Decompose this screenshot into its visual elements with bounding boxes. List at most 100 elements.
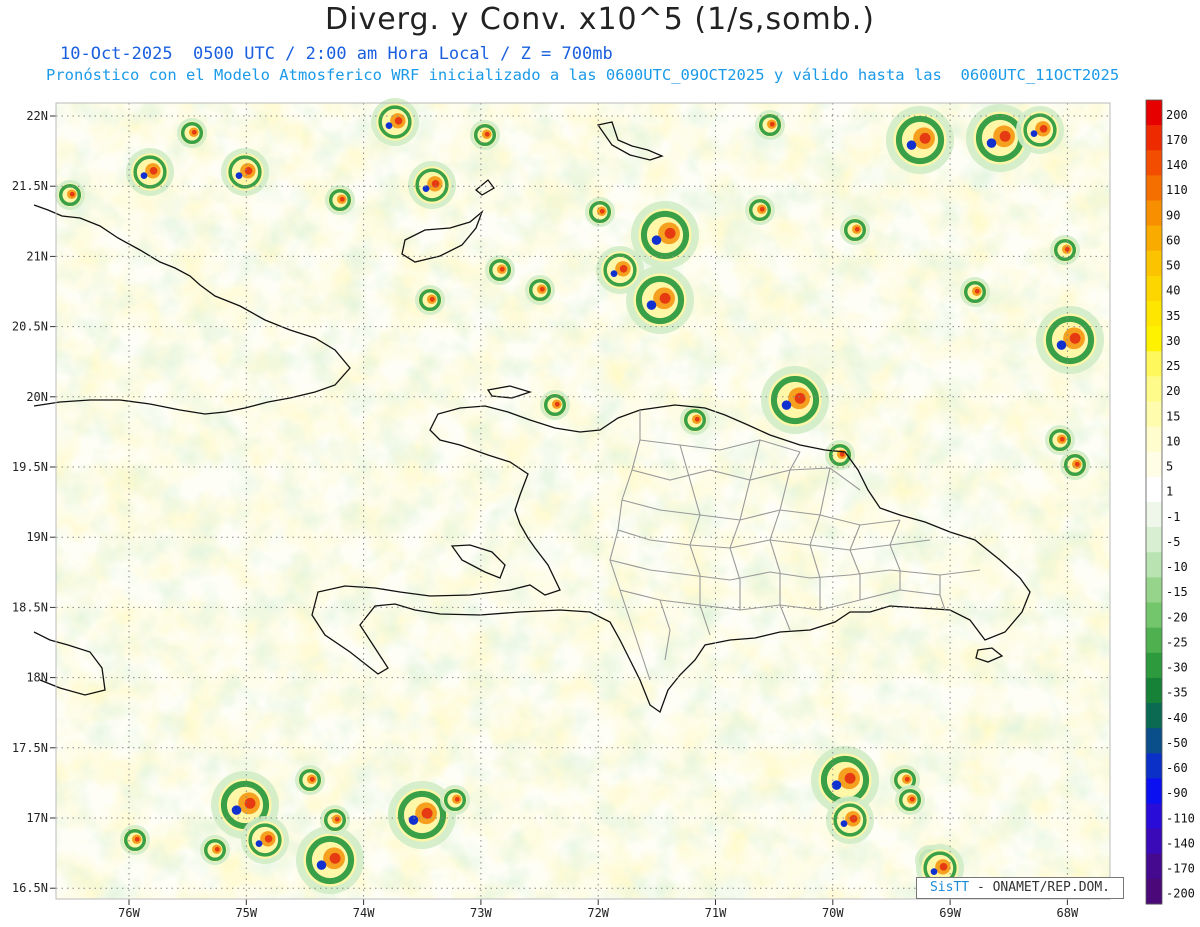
colorbar-label: -15 [1166, 585, 1188, 599]
colorbar-segment [1146, 552, 1162, 578]
cell-core-center [849, 814, 858, 823]
colorbar-segment [1146, 703, 1162, 729]
colorbar-label: -10 [1166, 560, 1188, 574]
cell-core-center [499, 266, 505, 272]
cell-core-center [394, 116, 403, 125]
lat-label: 22N [26, 109, 48, 123]
cell-core-center [794, 392, 806, 404]
cell-core-center [844, 772, 856, 784]
cell-core-center [909, 796, 915, 802]
colorbar-label: 30 [1166, 334, 1180, 348]
cell-core-center [539, 286, 545, 292]
map-figure: 22N 21.5N 21N 20.5N 20N 19.5N 19N 18.5N 18N 17.5N… [12, 98, 1195, 920]
colorbar-label: 200 [1166, 108, 1188, 122]
colorbar-label: -1 [1166, 510, 1180, 524]
model-subtitle: Pronóstico con el Modelo Atmosferico WRF… [46, 66, 1120, 84]
colorbar-segment [1146, 301, 1162, 327]
colorbar-label: -30 [1166, 661, 1188, 675]
colorbar-label: 5 [1166, 460, 1173, 474]
colorbar-label: -90 [1166, 786, 1188, 800]
cell-core-center [429, 296, 435, 302]
cell-core-center [919, 132, 931, 144]
lon-label: 71W [705, 906, 727, 920]
lat-label: 19N [26, 530, 48, 544]
cell-core-center [149, 166, 158, 175]
cell-convergence-spot [235, 172, 243, 179]
colorbar-label: -200 [1166, 887, 1195, 901]
colorbar-segment [1146, 326, 1162, 352]
cell-convergence-spot [651, 235, 662, 245]
colorbar-segment [1146, 627, 1162, 654]
lon-label: 74W [353, 906, 375, 920]
cell-convergence-spot [231, 805, 242, 815]
cell-core-center [769, 121, 775, 127]
colorbar-segment [1146, 476, 1162, 503]
sistt-logo: SisTT [929, 880, 970, 895]
latitude-labels: 22N 21.5N 21N 20.5N 20N 19.5N 19N 18.5N 18N 17.5N… [12, 109, 48, 895]
lon-label: 70W [822, 906, 844, 920]
colorbar-label: 60 [1166, 233, 1180, 247]
colorbar-label: 10 [1166, 434, 1180, 448]
cell-core-center [69, 191, 75, 197]
cell-core-center [1039, 124, 1048, 133]
cell-core-center [309, 776, 315, 782]
cell-core-center [759, 206, 765, 212]
colorbar-label: 140 [1166, 158, 1188, 172]
colorbar-label: 15 [1166, 409, 1180, 423]
cell-core-center [1074, 461, 1080, 467]
credit-box: SisTT - ONAMET/REP.DOM. [916, 877, 1124, 899]
cell-convergence-spot [906, 140, 917, 150]
colorbar-label: -50 [1166, 736, 1188, 750]
lat-label: 18N [26, 671, 48, 685]
colorbar-segment [1146, 753, 1162, 779]
colorbar-segment [1146, 778, 1162, 804]
forecast-map-page: { "title": "Diverg. y Conv. x10^5 (1/s,s… [0, 0, 1200, 927]
cell-core-center [974, 288, 980, 294]
colorbar-label: -35 [1166, 686, 1188, 700]
cell-convergence-spot [255, 840, 263, 847]
cell-core-center [421, 807, 433, 819]
colorbar-label: 110 [1166, 183, 1188, 197]
colorbar-label: 40 [1166, 284, 1180, 298]
plot-area [56, 103, 1110, 899]
lat-label: 17.5N [12, 741, 48, 755]
lat-label: 20.5N [12, 320, 48, 334]
lat-label: 19.5N [12, 460, 48, 474]
cell-convergence-spot [408, 815, 419, 825]
colorbar-label: -170 [1166, 862, 1195, 876]
cell-core-center [554, 401, 560, 407]
colorbar-segment [1146, 602, 1162, 629]
cell-core-center [191, 129, 197, 135]
lon-label: 72W [587, 906, 609, 920]
cell-core-center [329, 852, 341, 864]
cell-convergence-spot [385, 122, 393, 129]
colorbar-segment [1146, 728, 1162, 754]
colorbar-label: 25 [1166, 359, 1180, 373]
colorbar-label: -20 [1166, 610, 1188, 624]
colorbar-label: 50 [1166, 259, 1180, 273]
cell-convergence-spot [610, 270, 618, 277]
colorbar-segment [1146, 376, 1162, 402]
colorbar-segment [1146, 677, 1162, 704]
cell-core-center [599, 208, 605, 214]
cell-convergence-spot [646, 300, 657, 310]
cell-convergence-spot [140, 172, 148, 179]
colorbar-segment [1146, 803, 1162, 830]
colorbar-segment [1146, 275, 1162, 302]
lat-label: 16.5N [12, 881, 48, 895]
longitude-labels: 76W 75W 74W 73W 72W 71W 70W 69W 68W [118, 906, 1079, 920]
cell-convergence-spot [316, 860, 327, 870]
colorbar-segment [1146, 828, 1162, 855]
colorbar-segment [1146, 200, 1162, 227]
colorbar-segment [1146, 250, 1162, 277]
cell-core-center [339, 196, 345, 202]
colorbar-label: -140 [1166, 836, 1195, 850]
valid-time-subtitle: 10-Oct-2025 0500 UTC / 2:00 am Hora Loca… [60, 44, 613, 64]
cell-core-center [264, 834, 273, 843]
colorbar-segment [1146, 175, 1162, 201]
cell-core-center [214, 846, 220, 852]
colorbar-label: 20 [1166, 384, 1180, 398]
colorbar-label: -40 [1166, 711, 1188, 725]
cell-core-center [244, 166, 253, 175]
cell-core-center [694, 416, 700, 422]
